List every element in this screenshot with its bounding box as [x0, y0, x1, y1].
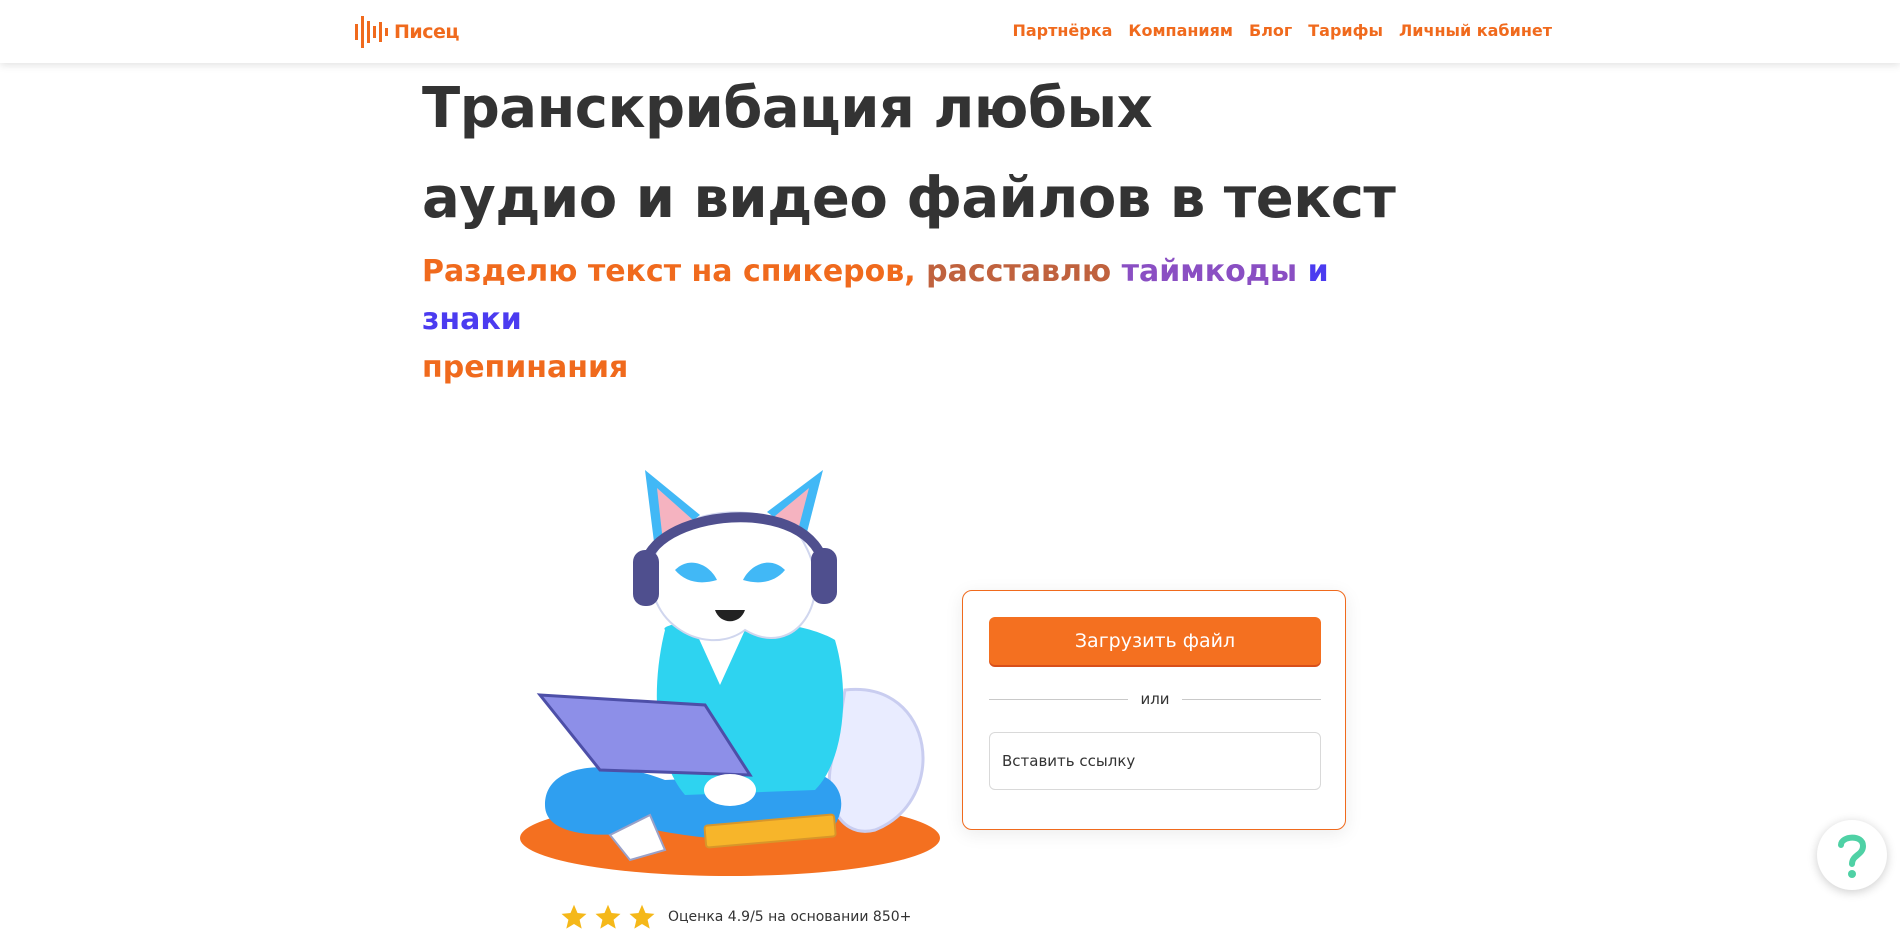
subtitle-part-timecodes: таймкоды [1121, 254, 1298, 289]
hero-title-line-1: Транскрибация любых [422, 76, 1153, 141]
hero-title-line-2: аудио и видео файлов в текст [422, 166, 1396, 231]
nav-link-partner[interactable]: Партнёрка [1012, 21, 1112, 40]
help-button[interactable] [1817, 820, 1887, 890]
question-mark-icon [1838, 834, 1867, 878]
divider-line-left [989, 698, 1129, 700]
subtitle-part-speakers: Разделю текст на спикеров, [422, 254, 916, 289]
upload-file-button[interactable]: Загрузить файл [989, 617, 1321, 665]
or-divider: или [989, 689, 1321, 709]
subtitle-part-punctuation: препинания [422, 350, 629, 385]
upload-card: Загрузить файл или [962, 590, 1346, 830]
main-nav: Партнёрка Компаниям Блог Тарифы Личный к… [1012, 21, 1552, 40]
logo-text: Писец [394, 21, 459, 43]
site-header: Писец Партнёрка Компаниям Блог Тарифы Ли… [0, 0, 1900, 63]
sound-wave-logo-icon [355, 16, 388, 48]
divider-line-right [1181, 698, 1321, 700]
fox-mascot-illustration [505, 430, 955, 900]
nav-link-companies[interactable]: Компаниям [1128, 21, 1233, 40]
hero-subtitle: Разделю текст на спикеров, расставлю тай… [422, 248, 1342, 392]
rating-block: Оценка 4.9/5 на основании 850+ [560, 902, 911, 932]
paste-link-input[interactable] [989, 732, 1321, 790]
nav-link-account[interactable]: Личный кабинет [1399, 21, 1552, 40]
subtitle-part-arrange: расставлю [926, 254, 1112, 289]
nav-link-blog[interactable]: Блог [1249, 21, 1292, 40]
nav-link-pricing[interactable]: Тарифы [1308, 21, 1383, 40]
hero-title: Транскрибация любых аудио и видео файлов… [422, 64, 1422, 244]
or-label: или [1140, 690, 1170, 708]
logo-link[interactable]: Писец [354, 12, 459, 52]
rating-text: Оценка 4.9/5 на основании 850+ [668, 909, 912, 925]
